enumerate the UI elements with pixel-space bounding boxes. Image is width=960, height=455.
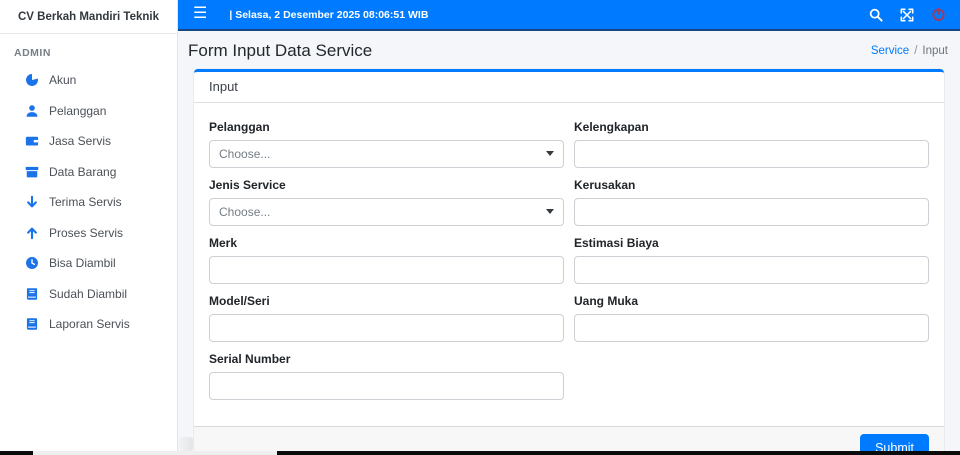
kerusakan-group: Kerusakan — [574, 178, 929, 226]
form-column-right: Kelengkapan Kerusakan Estimasi Biaya Uang M… — [574, 120, 929, 426]
estimasi-biaya-label: Estimasi Biaya — [574, 235, 659, 250]
sidebar-item-label: Terima Servis — [49, 195, 122, 210]
pelanggan-selected-value: Choose... — [219, 146, 271, 161]
pie-chart-icon — [24, 73, 39, 88]
sidebar-menu: Akun Pelanggan Jasa Servis Data Barang Terim… — [0, 65, 177, 340]
main-area: ☰ | Selasa, 2 Desember 2025 08:06:51 WIB — [178, 0, 960, 455]
kerusakan-input[interactable] — [574, 197, 929, 226]
merk-label: Merk — [209, 235, 238, 250]
serial-number-label: Serial Number — [209, 351, 291, 366]
kelengkapan-group: Kelengkapan — [574, 120, 929, 168]
arrow-up-icon — [24, 225, 39, 240]
estimasi-biaya-group: Estimasi Biaya — [574, 236, 929, 284]
sidebar-item-akun[interactable]: Akun — [0, 65, 177, 96]
content-area: Form Input Data Service Service / Input … — [178, 31, 960, 455]
book-icon — [24, 286, 39, 301]
card-body: Pelanggan Choose... Jenis Service Choose...… — [194, 103, 944, 426]
form-column-left: Pelanggan Choose... Jenis Service Choose...… — [209, 120, 564, 426]
sidebar-item-data-barang[interactable]: Data Barang — [0, 157, 177, 188]
sidebar-item-sudah-diambil[interactable]: Sudah Diambil — [0, 279, 177, 310]
pelanggan-group: Pelanggan Choose... — [209, 120, 564, 168]
sidebar-item-terima-servis[interactable]: Terima Servis — [0, 187, 177, 218]
sidebar-item-label: Laporan Servis — [49, 317, 130, 332]
breadcrumb-current: Input — [922, 45, 948, 57]
book-icon — [24, 317, 39, 332]
kerusakan-label: Kerusakan — [574, 177, 636, 192]
uang-muka-label: Uang Muka — [574, 293, 639, 308]
arrow-down-icon — [24, 195, 39, 210]
navbar-right — [869, 8, 945, 22]
serial-number-input[interactable] — [209, 371, 564, 400]
sidebar-item-jasa-servis[interactable]: Jasa Servis — [0, 126, 177, 157]
sidebar-item-bisa-diambil[interactable]: Bisa Diambil — [0, 248, 177, 279]
sidebar: CV Berkah Mandiri Teknik ADMIN Akun Pelan… — [0, 0, 178, 455]
chevron-down-icon — [546, 209, 554, 215]
page-title: Form Input Data Service — [188, 41, 373, 60]
jenis-service-select[interactable]: Choose... — [209, 197, 564, 226]
merk-input[interactable] — [209, 255, 564, 284]
power-icon[interactable] — [931, 8, 945, 22]
kelengkapan-label: Kelengkapan — [574, 119, 649, 134]
model-seri-group: Model/Seri — [209, 294, 564, 342]
breadcrumb-service-link[interactable]: Service — [871, 45, 909, 57]
uang-muka-input[interactable] — [574, 313, 929, 342]
jenis-service-selected-value: Choose... — [219, 204, 271, 219]
top-navbar: ☰ | Selasa, 2 Desember 2025 08:06:51 WIB — [178, 0, 960, 31]
sidebar-item-label: Bisa Diambil — [49, 256, 116, 271]
content-header: Form Input Data Service Service / Input — [178, 31, 960, 69]
user-icon — [24, 103, 39, 118]
card-title: Input — [209, 79, 238, 95]
brand-link[interactable]: CV Berkah Mandiri Teknik — [0, 0, 177, 34]
menu-toggle-icon[interactable]: ☰ — [193, 5, 207, 22]
jenis-service-group: Jenis Service Choose... — [209, 178, 564, 226]
sidebar-item-label: Sudah Diambil — [49, 286, 128, 301]
breadcrumb: Service / Input — [871, 45, 948, 57]
sidebar-item-label: Data Barang — [49, 164, 117, 179]
sidebar-item-laporan-servis[interactable]: Laporan Servis — [0, 309, 177, 340]
search-icon[interactable] — [869, 8, 883, 22]
pelanggan-label: Pelanggan — [209, 119, 270, 134]
sidebar-item-proses-servis[interactable]: Proses Servis — [0, 218, 177, 249]
sidebar-item-label: Proses Servis — [49, 225, 124, 240]
serial-number-group: Serial Number — [209, 352, 564, 400]
vertical-scrollbar-thumb[interactable] — [179, 437, 193, 451]
card-header: Input — [194, 72, 944, 103]
horizontal-scrollbar-thumb[interactable] — [33, 451, 277, 455]
merk-group: Merk — [209, 236, 564, 284]
model-seri-label: Model/Seri — [209, 293, 270, 308]
pelanggan-select[interactable]: Choose... — [209, 139, 564, 168]
sidebar-item-label: Jasa Servis — [49, 134, 112, 149]
estimasi-biaya-input[interactable] — [574, 255, 929, 284]
navbar-datetime: | Selasa, 2 Desember 2025 08:06:51 WIB — [229, 8, 429, 21]
kelengkapan-input[interactable] — [574, 139, 929, 168]
input-card: Input Pelanggan Choose... Jenis Service Cho… — [194, 69, 944, 455]
chevron-down-icon — [546, 151, 554, 157]
wallet-icon — [24, 134, 39, 149]
expand-icon[interactable] — [900, 8, 914, 22]
clock-icon — [24, 256, 39, 271]
sidebar-section-label: ADMIN — [14, 47, 51, 59]
breadcrumb-separator: / — [914, 45, 918, 57]
sidebar-item-label: Akun — [49, 73, 77, 88]
sidebar-item-label: Pelanggan — [49, 103, 107, 118]
archive-icon — [24, 164, 39, 179]
uang-muka-group: Uang Muka — [574, 294, 929, 342]
model-seri-input[interactable] — [209, 313, 564, 342]
jenis-service-label: Jenis Service — [209, 177, 286, 192]
app-window: CV Berkah Mandiri Teknik ADMIN Akun Pelan… — [0, 0, 960, 455]
sidebar-item-pelanggan[interactable]: Pelanggan — [0, 96, 177, 127]
